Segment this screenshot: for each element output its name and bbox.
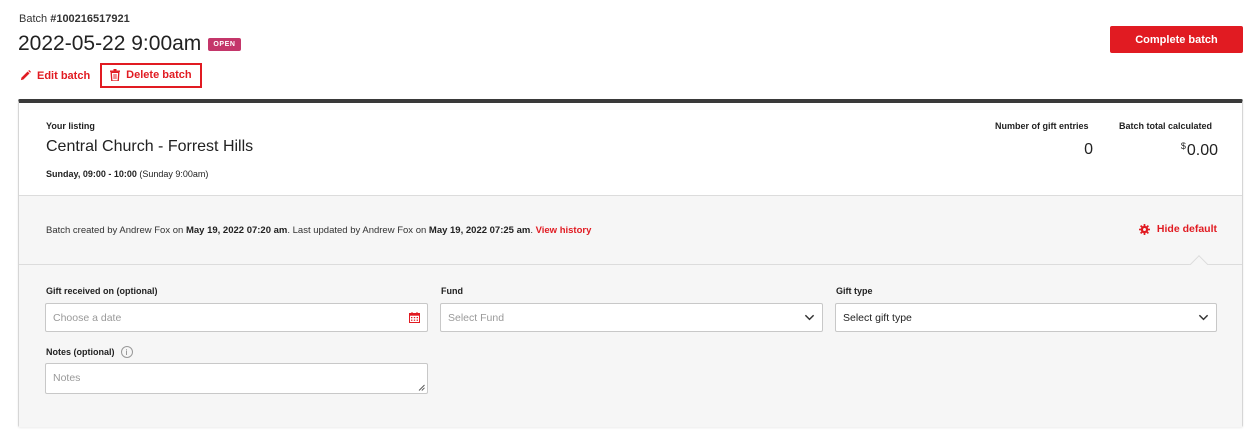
notes-field[interactable] bbox=[45, 363, 428, 394]
title-row: 2022-05-22 9:00am OPEN bbox=[18, 32, 241, 56]
batch-total-label: Batch total calculated bbox=[1119, 121, 1213, 131]
batch-number-label: Batch #100216517921 bbox=[19, 13, 130, 25]
batch-meta: Batch created by Andrew Fox on May 19, 2… bbox=[19, 195, 1242, 275]
edit-batch-button[interactable]: Edit batch bbox=[18, 66, 94, 86]
batch-total-value: $0.00 bbox=[1180, 141, 1218, 159]
batch-number: #100216517921 bbox=[50, 13, 130, 25]
gift-type-select-value[interactable]: Select gift type bbox=[836, 304, 1216, 331]
listing-label: Your listing bbox=[46, 121, 95, 131]
default-values-form: Gift received on (optional) Fund Select … bbox=[19, 265, 1242, 427]
delete-batch-button[interactable]: Delete batch bbox=[100, 63, 202, 88]
listing-time: Sunday, 09:00 - 10:00 (Sunday 9:00am) bbox=[46, 169, 209, 179]
listing-name: Central Church - Forrest Hills bbox=[46, 138, 254, 155]
chevron-down-icon[interactable] bbox=[1198, 312, 1209, 323]
batch-summary: Your listing Central Church - Forrest Hi… bbox=[19, 103, 1242, 195]
currency-symbol: $ bbox=[1180, 141, 1186, 151]
gift-type-label: Gift type bbox=[836, 286, 873, 296]
resize-handle-icon[interactable] bbox=[418, 384, 425, 391]
calendar-icon[interactable] bbox=[409, 312, 420, 323]
hide-default-button[interactable]: Hide default bbox=[1138, 223, 1217, 235]
page-title: 2022-05-22 9:00am bbox=[18, 32, 202, 55]
info-icon[interactable]: i bbox=[120, 346, 133, 358]
batch-actions: Edit batch Delete batch bbox=[18, 63, 202, 88]
status-badge: OPEN bbox=[208, 37, 241, 51]
gift-entries-label: Number of gift entries bbox=[995, 121, 1089, 131]
gift-entries-value: 0 bbox=[1084, 141, 1093, 158]
fund-select[interactable]: Select Fund bbox=[440, 303, 823, 332]
pencil-icon bbox=[20, 70, 31, 81]
fund-select-value[interactable]: Select Fund bbox=[441, 304, 822, 331]
batch-card: Your listing Central Church - Forrest Hi… bbox=[18, 99, 1243, 427]
notes-label: Notes (optional) i bbox=[46, 346, 133, 358]
chevron-down-icon[interactable] bbox=[804, 312, 815, 323]
gift-date-field[interactable] bbox=[45, 303, 428, 332]
complete-batch-button[interactable]: Complete batch bbox=[1110, 26, 1243, 53]
gift-date-label: Gift received on (optional) bbox=[46, 286, 158, 296]
gear-icon bbox=[1138, 223, 1150, 235]
gift-type-select[interactable]: Select gift type bbox=[835, 303, 1217, 332]
gift-date-input[interactable] bbox=[46, 304, 427, 331]
view-history-link[interactable]: View history bbox=[536, 225, 592, 236]
trash-icon bbox=[110, 69, 121, 81]
fund-label: Fund bbox=[441, 286, 463, 296]
batch-history-text: Batch created by Andrew Fox on May 19, 2… bbox=[46, 225, 592, 236]
notes-input[interactable] bbox=[46, 364, 427, 393]
